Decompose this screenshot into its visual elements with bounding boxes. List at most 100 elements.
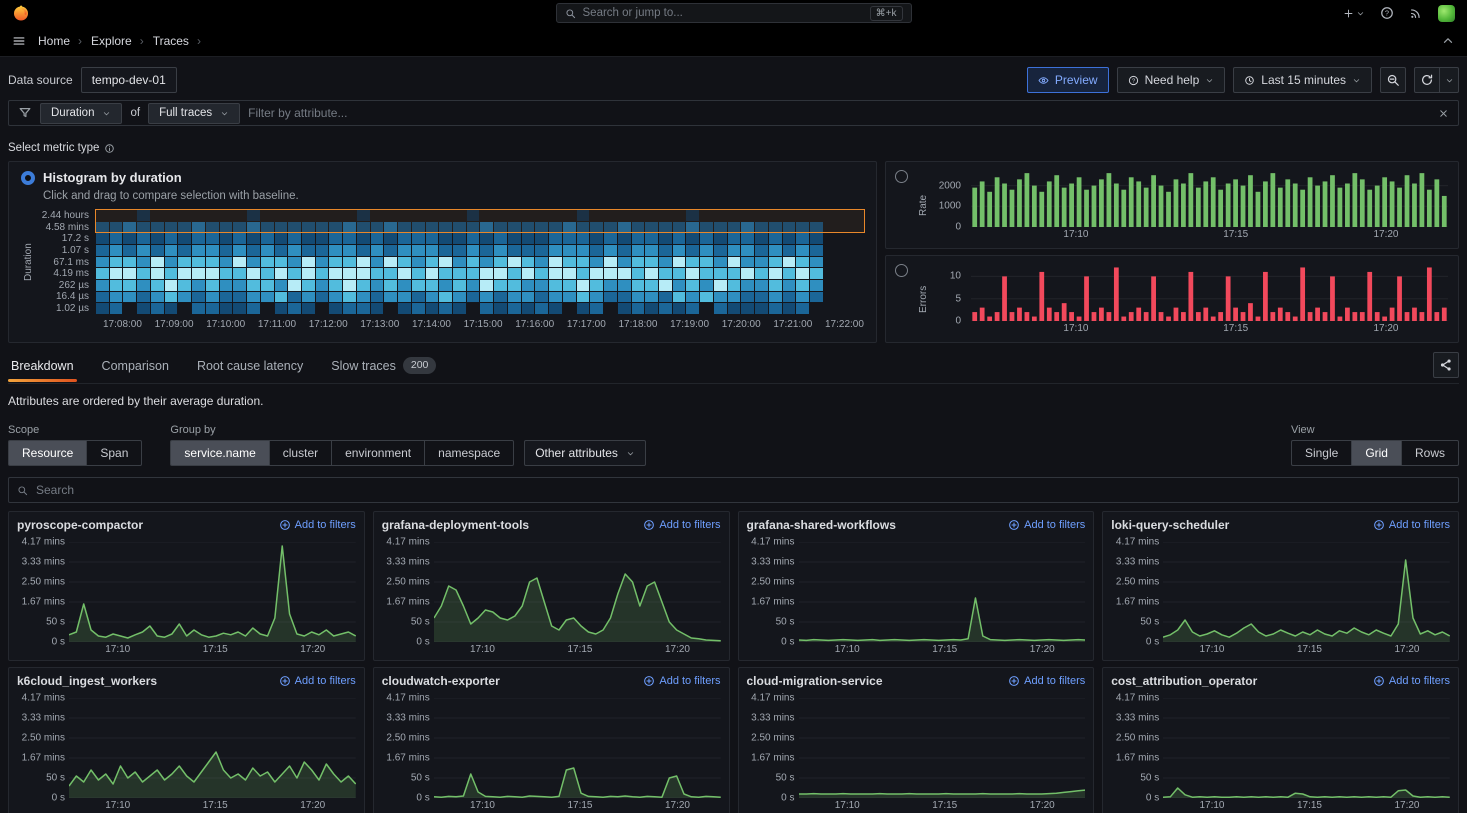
groupby-service-name[interactable]: service.name <box>170 440 268 466</box>
tab-comparison[interactable]: Comparison <box>99 352 172 382</box>
preview-button[interactable]: Preview <box>1027 67 1109 93</box>
heatmap-cell <box>810 303 823 314</box>
help-button[interactable]: ? <box>1380 6 1394 20</box>
heatmap-cell <box>247 245 260 256</box>
tab-slow-traces[interactable]: Slow traces200 <box>328 350 439 383</box>
heatmap-cell <box>412 268 425 279</box>
errors-radio[interactable] <box>895 264 908 277</box>
share-button[interactable] <box>1433 352 1459 378</box>
heatmap-cell <box>824 257 837 268</box>
news-button[interactable] <box>1409 6 1423 20</box>
histogram-title: Histogram by duration <box>43 170 182 185</box>
heatmap-cell <box>343 257 356 268</box>
breadcrumb-item[interactable]: Explore <box>91 34 153 48</box>
add-to-filters-button[interactable]: Add to filters <box>1008 519 1085 531</box>
heatmap-cell <box>343 303 356 314</box>
breadcrumb-item[interactable]: Home <box>38 34 91 48</box>
heatmap-cell <box>810 257 823 268</box>
heatmap-cell <box>700 245 713 256</box>
view-single[interactable]: Single <box>1291 440 1351 466</box>
heatmap-cell <box>714 280 727 291</box>
service-area-chart <box>69 698 356 798</box>
histogram-radio[interactable] <box>21 171 35 185</box>
add-menu-button[interactable] <box>1343 8 1365 19</box>
chevron-up-icon[interactable] <box>1441 34 1455 48</box>
scope-resource[interactable]: Resource <box>8 440 86 466</box>
service-panel-title: grafana-deployment-tools <box>382 518 529 532</box>
add-to-filters-button[interactable]: Add to filters <box>279 675 356 687</box>
heatmap-cell <box>494 303 507 314</box>
attribute-search-input[interactable]: Search <box>8 477 1459 503</box>
heatmap-cell <box>178 280 191 291</box>
heatmap-cell <box>714 233 727 244</box>
tab-root-cause-latency[interactable]: Root cause latency <box>194 352 306 382</box>
heatmap-cell <box>96 257 109 268</box>
heatmap-cell <box>755 303 768 314</box>
menu-toggle-icon[interactable] <box>12 34 26 48</box>
heatmap-cell <box>371 257 384 268</box>
scope-span[interactable]: Span <box>86 440 142 466</box>
heatmap-cell <box>247 233 260 244</box>
clear-filter-icon[interactable] <box>1438 108 1449 119</box>
heatmap-cell <box>755 257 768 268</box>
time-range-picker[interactable]: Last 15 minutes <box>1233 67 1372 93</box>
groupby-environment[interactable]: environment <box>331 440 424 466</box>
add-to-filters-label: Add to filters <box>1024 519 1085 531</box>
heatmap-selection[interactable] <box>95 209 865 233</box>
groupby-cluster[interactable]: cluster <box>269 440 331 466</box>
other-attributes-select[interactable]: Other attributes <box>524 440 646 466</box>
add-to-filters-button[interactable]: Add to filters <box>279 519 356 531</box>
heatmap-cell <box>123 268 136 279</box>
datasource-picker[interactable]: tempo-dev-01 <box>81 67 177 93</box>
filter-attribute-input[interactable]: Filter by attribute... <box>248 106 347 120</box>
heatmap-cell <box>288 233 301 244</box>
heatmap-cell <box>137 292 150 303</box>
view-rows[interactable]: Rows <box>1401 440 1459 466</box>
add-to-filters-button[interactable]: Add to filters <box>1373 519 1450 531</box>
heatmap-cell <box>261 245 274 256</box>
global-search-input[interactable]: Search or jump to... ⌘+k <box>556 3 912 23</box>
groupby-namespace[interactable]: namespace <box>424 440 514 466</box>
heatmap-cell <box>769 233 782 244</box>
heatmap-cell <box>316 292 329 303</box>
heatmap-cell <box>398 233 411 244</box>
add-to-filters-button[interactable]: Add to filters <box>1373 675 1450 687</box>
y-tick-label: 0 s <box>781 793 794 804</box>
need-help-button[interactable]: ? Need help <box>1117 67 1226 93</box>
duration-select[interactable]: Duration <box>40 103 122 124</box>
select-metric-type-label: Select metric type <box>8 142 99 154</box>
heatmap-y-label: 2.44 hours <box>36 210 89 221</box>
heatmap-cell <box>522 268 535 279</box>
heatmap-x-label: 17:22:00 <box>825 319 864 330</box>
y-tick-label: 0 s <box>1146 793 1159 804</box>
heatmap-cell <box>535 257 548 268</box>
duration-heatmap[interactable] <box>96 210 864 314</box>
heatmap-cell <box>384 257 397 268</box>
heatmap-cell <box>96 245 109 256</box>
heatmap-cell <box>151 257 164 268</box>
refresh-interval-dropdown[interactable] <box>1440 67 1459 93</box>
y-tick-label: 4.17 mins <box>386 537 429 548</box>
add-to-filters-button[interactable]: Add to filters <box>643 519 720 531</box>
heatmap-cell <box>810 233 823 244</box>
view-grid[interactable]: Grid <box>1351 440 1401 466</box>
zoom-out-button[interactable] <box>1380 67 1406 93</box>
y-tick-label: 50 s <box>46 773 65 784</box>
rate-radio[interactable] <box>895 170 908 183</box>
add-to-filters-button[interactable]: Add to filters <box>643 675 720 687</box>
heatmap-cell <box>220 303 233 314</box>
heatmap-cell <box>783 292 796 303</box>
plus-circle-icon <box>1008 519 1020 531</box>
heatmap-cell <box>563 280 576 291</box>
add-to-filters-label: Add to filters <box>659 675 720 687</box>
user-avatar[interactable] <box>1438 5 1455 22</box>
traces-select[interactable]: Full traces <box>148 103 240 124</box>
heatmap-cell <box>329 257 342 268</box>
tab-breakdown[interactable]: Breakdown <box>8 352 77 382</box>
refresh-button[interactable] <box>1414 67 1440 93</box>
breadcrumb-item[interactable]: Traces <box>153 34 210 48</box>
add-to-filters-button[interactable]: Add to filters <box>1008 675 1085 687</box>
grafana-logo-icon[interactable] <box>12 4 30 22</box>
info-circle-icon[interactable] <box>104 143 115 154</box>
heatmap-x-label: 17:08:00 <box>103 319 142 330</box>
